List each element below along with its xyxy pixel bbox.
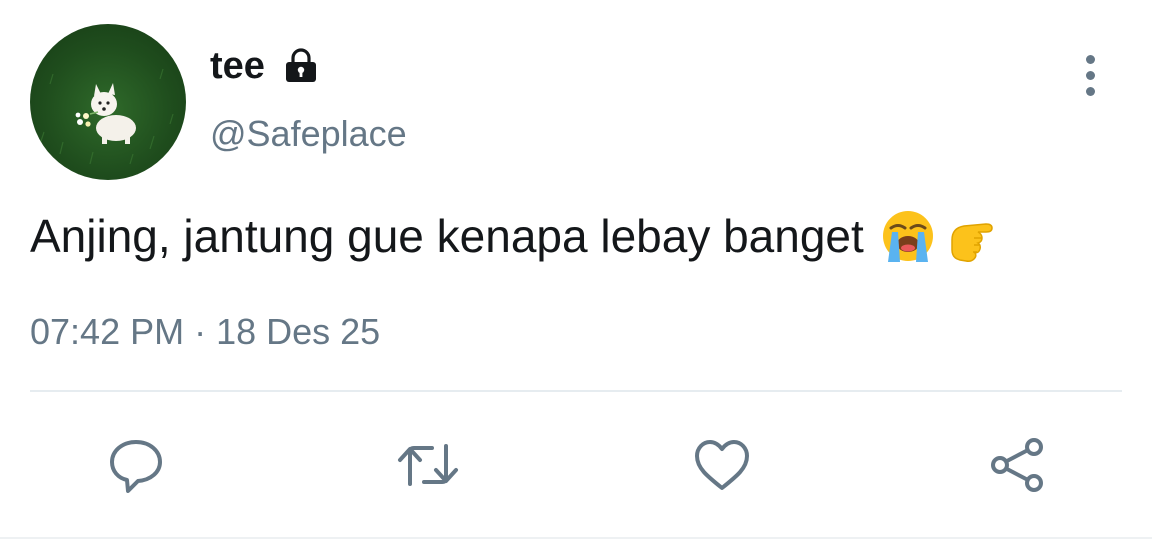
tweet-text-content: Anjing, jantung gue kenapa lebay banget: [30, 210, 864, 262]
like-button[interactable]: [690, 433, 754, 497]
share-button[interactable]: [986, 433, 1050, 497]
avatar-dog-image: [39, 68, 174, 165]
more-vertical-icon[interactable]: [1070, 50, 1110, 100]
avatar[interactable]: [30, 24, 186, 180]
tweet-text: Anjing, jantung gue kenapa lebay banget: [30, 206, 1004, 266]
retweet-button[interactable]: [396, 433, 460, 497]
loudly-crying-face-icon: [878, 206, 938, 266]
heart-icon: [695, 440, 749, 490]
display-name[interactable]: tee: [210, 44, 265, 88]
tweet-action-bar: [0, 425, 1152, 505]
bottom-divider: [0, 537, 1152, 539]
backhand-index-pointing-right-icon: [944, 206, 1004, 266]
share-icon: [991, 438, 1043, 492]
tweet-time: 07:42 PM: [30, 311, 185, 352]
lock-icon: [281, 46, 321, 86]
tweet-date: 18 Des 25: [216, 311, 381, 352]
timestamp-separator: ·: [184, 311, 217, 352]
tweet-timestamp: 07:42 PM · 18 Des 25: [30, 310, 380, 354]
user-name-row: tee: [210, 44, 321, 88]
reply-button[interactable]: [104, 433, 168, 497]
retweet-icon: [398, 444, 458, 486]
reply-icon: [110, 440, 162, 493]
user-handle[interactable]: @Safeplace: [210, 112, 407, 156]
divider: [30, 390, 1122, 392]
